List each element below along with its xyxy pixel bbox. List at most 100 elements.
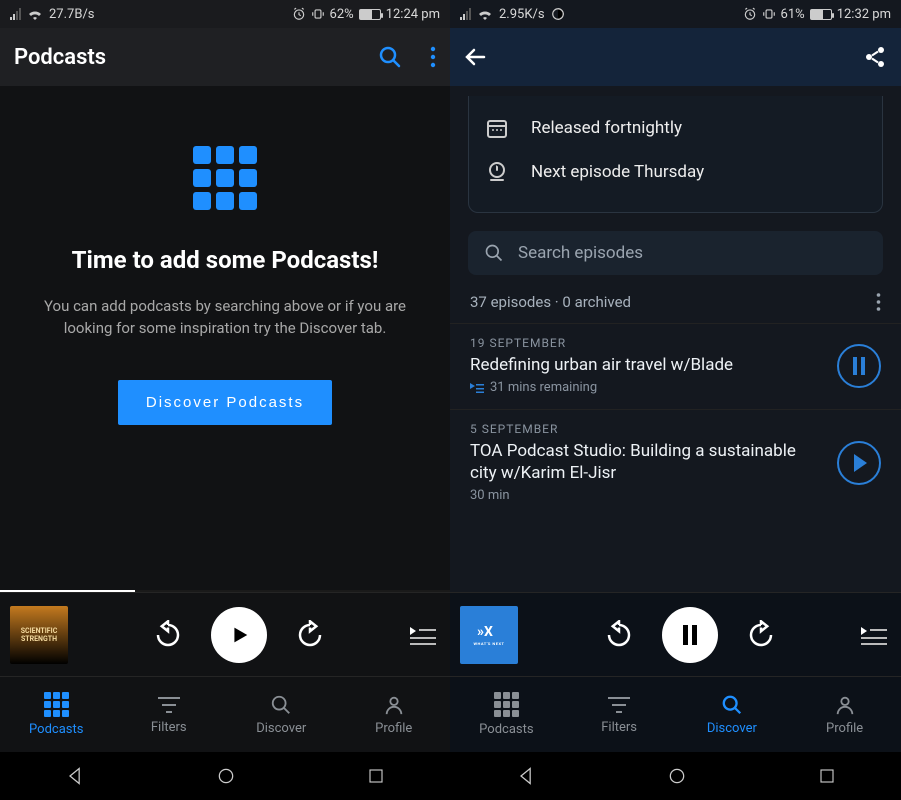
clock-time: 12:24 pm [386, 7, 440, 22]
nav-podcasts[interactable]: Podcasts [0, 677, 113, 752]
status-bar: 27.7B/s 62% 12:24 pm [0, 0, 450, 28]
queue-icon[interactable] [410, 625, 440, 645]
skip-back-icon[interactable] [604, 620, 634, 650]
svg-text:»X: »X [477, 624, 493, 640]
recents-button[interactable] [367, 767, 385, 785]
now-playing-bar[interactable]: »X WHAT'S NEXT [450, 592, 901, 676]
bottom-nav: Podcasts Filters Discover Profile [450, 676, 901, 752]
info-text: Next episode Thursday [531, 162, 704, 182]
wifi-icon [27, 8, 43, 20]
nav-profile[interactable]: Profile [788, 677, 901, 752]
nav-filters[interactable]: Filters [563, 677, 676, 752]
battery-icon [810, 9, 832, 20]
page-title: Podcasts [14, 45, 106, 70]
home-button[interactable] [667, 766, 687, 786]
signal-icon [460, 8, 471, 20]
back-button[interactable] [65, 766, 85, 786]
episode-row[interactable]: 19 SEPTEMBER Redefining urban air travel… [450, 323, 901, 409]
battery-percent: 62% [330, 7, 354, 22]
overflow-menu-icon[interactable] [430, 46, 436, 68]
empty-state: Time to add some Podcasts! You can add p… [0, 86, 450, 590]
nav-discover[interactable]: Discover [676, 677, 789, 752]
pause-button[interactable] [662, 607, 718, 663]
profile-icon [834, 694, 856, 716]
nav-label: Profile [375, 721, 412, 736]
episode-title: TOA Podcast Studio: Building a sustainab… [470, 440, 825, 484]
nav-label: Profile [826, 721, 863, 736]
info-text: Released fortnightly [531, 118, 682, 138]
alarm-icon [743, 7, 757, 21]
grid-icon [494, 692, 519, 717]
episode-subtitle: 31 mins remaining [470, 380, 825, 395]
nav-label: Discover [707, 721, 757, 736]
search-icon [484, 243, 504, 263]
episode-date: 19 SEPTEMBER [470, 336, 825, 350]
calendar-icon [485, 116, 509, 140]
clock-time: 12:32 pm [837, 7, 891, 22]
nav-filters[interactable]: Filters [113, 677, 226, 752]
episode-date: 5 SEPTEMBER [470, 422, 825, 436]
status-bar: 2.95K/s 61% 12:32 pm [450, 0, 901, 28]
vibrate-icon [311, 7, 325, 21]
filter-icon [158, 695, 180, 715]
progress-bar[interactable] [0, 590, 450, 592]
episode-meta: 37 episodes · 0 archived [470, 293, 631, 311]
battery-percent: 61% [781, 7, 805, 22]
vibrate-icon [762, 7, 776, 21]
episode-row[interactable]: 5 SEPTEMBER TOA Podcast Studio: Building… [450, 409, 901, 517]
search-placeholder: Search episodes [518, 243, 643, 263]
episode-pause-button[interactable] [837, 344, 881, 388]
network-speed: 2.95K/s [499, 7, 545, 22]
play-button[interactable] [211, 607, 267, 663]
nav-label: Podcasts [479, 722, 533, 737]
nav-label: Discover [256, 721, 306, 736]
nav-label: Podcasts [29, 722, 83, 737]
grid-icon [44, 692, 69, 717]
share-icon[interactable] [863, 45, 887, 69]
back-button[interactable] [516, 766, 536, 786]
system-nav [0, 752, 450, 800]
battery-icon [359, 9, 381, 20]
nav-label: Filters [151, 720, 187, 735]
discover-podcasts-button[interactable]: Discover Podcasts [118, 380, 332, 425]
episode-play-button[interactable] [837, 441, 881, 485]
search-icon [270, 694, 292, 716]
skip-back-icon[interactable] [153, 620, 183, 650]
skip-forward-icon[interactable] [746, 620, 776, 650]
empty-heading: Time to add some Podcasts! [72, 246, 379, 274]
screen-podcast-detail: 2.95K/s 61% 12:32 pm Released fortnightl… [450, 0, 901, 800]
profile-icon [383, 694, 405, 716]
system-nav [450, 752, 901, 800]
next-episode-icon [485, 160, 509, 184]
wifi-icon [477, 8, 493, 20]
bottom-nav: Podcasts Filters Discover Profile [0, 676, 450, 752]
nav-label: Filters [601, 720, 637, 735]
status-icon [551, 7, 565, 21]
home-button[interactable] [216, 766, 236, 786]
album-art[interactable]: »X WHAT'S NEXT [460, 606, 518, 664]
signal-icon [10, 8, 21, 20]
episode-count-row: 37 episodes · 0 archived [450, 287, 901, 323]
back-icon[interactable] [464, 45, 488, 69]
episode-subtitle: 30 min [470, 488, 825, 503]
up-next-icon [470, 383, 484, 393]
release-frequency: Released fortnightly [485, 106, 866, 150]
nav-podcasts[interactable]: Podcasts [450, 677, 563, 752]
nav-discover[interactable]: Discover [225, 677, 338, 752]
skip-forward-icon[interactable] [295, 620, 325, 650]
nav-profile[interactable]: Profile [338, 677, 451, 752]
podcast-info-card: Released fortnightly Next episode Thursd… [468, 96, 883, 213]
overflow-menu-icon[interactable] [876, 293, 881, 311]
queue-icon[interactable] [861, 625, 891, 645]
search-icon[interactable] [378, 45, 402, 69]
search-icon [721, 694, 743, 716]
search-episodes-input[interactable]: Search episodes [468, 231, 883, 275]
app-bar: Podcasts [0, 28, 450, 86]
album-art[interactable]: SCIENTIFIC STRENGTH [10, 606, 68, 664]
now-playing-bar[interactable]: SCIENTIFIC STRENGTH [0, 592, 450, 676]
alarm-icon [292, 7, 306, 21]
network-speed: 27.7B/s [49, 7, 95, 22]
empty-body: You can add podcasts by searching above … [28, 296, 422, 340]
recents-button[interactable] [818, 767, 836, 785]
app-bar [450, 28, 901, 86]
